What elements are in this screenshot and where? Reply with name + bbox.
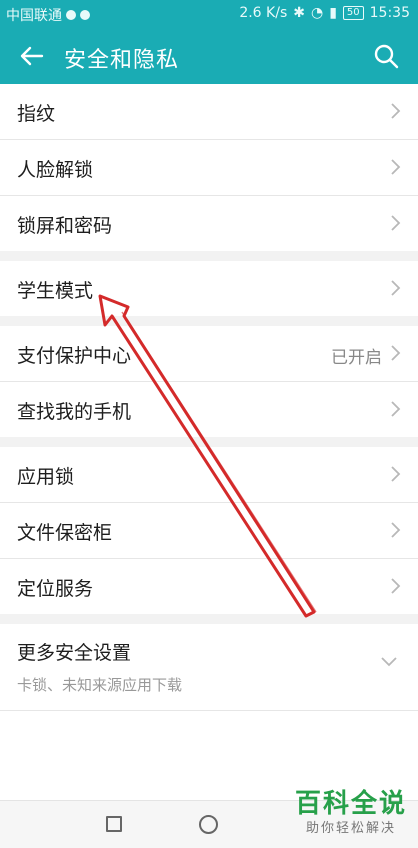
watermark-title: 百科全说 [294,789,407,819]
item-subtitle: 卡锁、未知来源应用下载 [17,676,183,694]
item-label: 指纹 [17,103,56,125]
chevron-right-icon [391,159,401,175]
signal-icon: ▮ [329,5,337,21]
clock: 15:35 [369,5,410,21]
group-divider [0,251,418,261]
settings-item-file-safe[interactable]: 文件保密柜 [0,503,418,559]
battery-icon: 50 [342,6,364,20]
network-speed: 2.6 K/s [239,5,288,21]
item-label: 文件保密柜 [17,522,113,544]
settings-item-more-security[interactable]: 更多安全设置 卡锁、未知来源应用下载 [0,624,418,711]
settings-item-student-mode[interactable]: 学生模式 [0,261,418,316]
wifi-icon: ◔ [310,5,324,21]
search-icon[interactable] [370,40,402,72]
chevron-right-icon [391,215,401,231]
watermark-subtitle: 助你轻松解决 [305,821,396,836]
chevron-right-icon [391,345,401,361]
chevron-right-icon [391,578,401,594]
recent-apps-button[interactable] [106,816,122,832]
settings-item-location-services[interactable]: 定位服务 [0,559,418,614]
status-value: 已开启 [331,348,382,368]
watermark-logo: 百科全说 助你轻松解决 [288,788,414,843]
group-divider [0,437,418,447]
settings-item-find-my-phone[interactable]: 查找我的手机 [0,382,418,437]
item-label: 支付保护中心 [17,345,132,367]
chevron-right-icon [391,103,401,119]
chevron-down-icon[interactable] [380,656,398,668]
settings-item-fingerprint[interactable]: 指纹 [0,84,418,140]
chevron-right-icon [391,280,401,296]
bluetooth-icon: ✱ [293,5,305,21]
settings-item-lock-screen[interactable]: 锁屏和密码 [0,196,418,251]
item-label: 更多安全设置 [17,642,132,664]
item-label: 人脸解锁 [17,159,94,181]
home-button[interactable] [199,815,218,834]
notification-icon [66,10,76,20]
page-title: 安全和隐私 [64,48,180,73]
item-label: 查找我的手机 [17,401,132,423]
chevron-right-icon [391,466,401,482]
chevron-right-icon [391,401,401,417]
status-bar: 中国联通 2.6 K/s ✱ ◔ ▮ 50 15:35 [0,0,418,28]
carrier-label: 中国联通 [6,8,62,24]
item-label: 定位服务 [17,578,94,600]
group-divider [0,614,418,624]
title-bar: 安全和隐私 [0,28,418,84]
settings-item-payment-protection[interactable]: 支付保护中心 已开启 [0,326,418,382]
settings-item-face-unlock[interactable]: 人脸解锁 [0,140,418,196]
back-arrow-icon[interactable] [14,38,50,74]
chevron-right-icon [391,522,401,538]
settings-item-app-lock[interactable]: 应用锁 [0,447,418,503]
notification-icon [80,10,90,20]
item-label: 学生模式 [17,280,94,302]
item-label: 应用锁 [17,466,75,488]
settings-list: 指纹 人脸解锁 锁屏和密码 学生模式 支付保护中心 已开启 查找我的手机 应用锁… [0,84,418,711]
item-label: 锁屏和密码 [17,215,113,237]
group-divider [0,316,418,326]
